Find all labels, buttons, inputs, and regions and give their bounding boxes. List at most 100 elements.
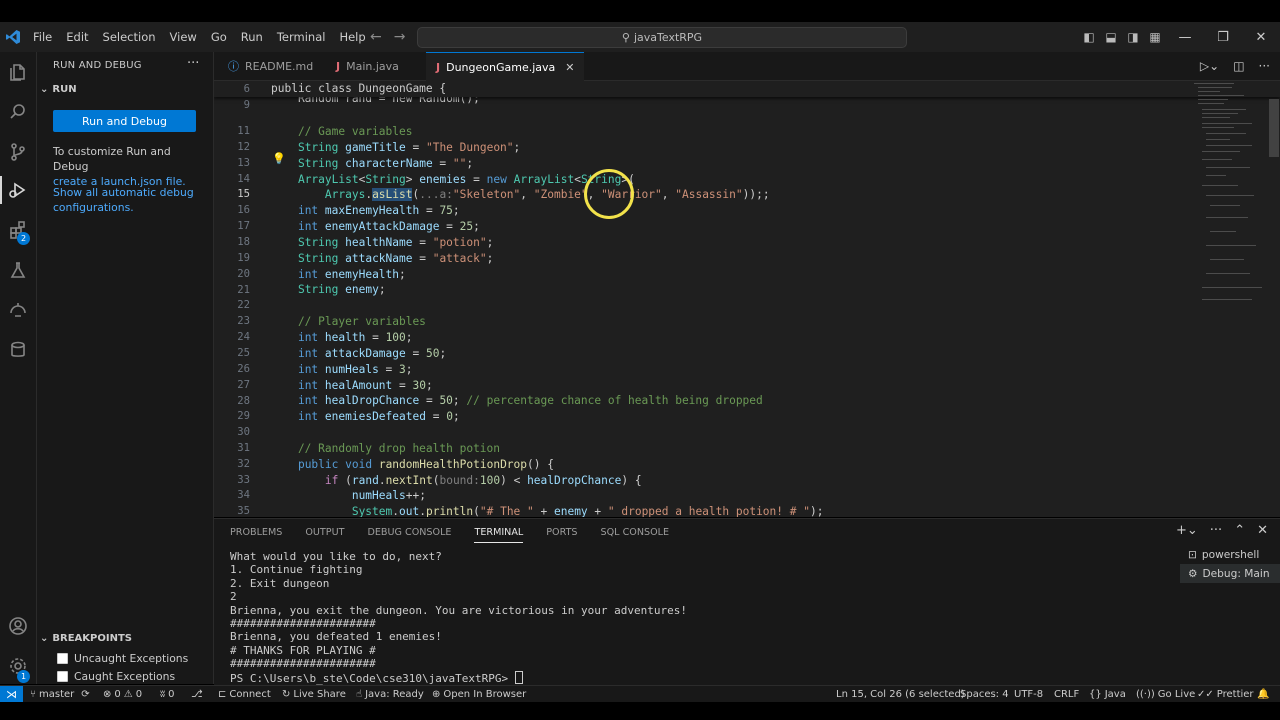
go-live-status[interactable]: ((·)) Go Live: [1136, 686, 1195, 703]
line-number: 24: [237, 331, 250, 343]
terminal-output[interactable]: What would you like to do, next? 1. Cont…: [230, 550, 687, 685]
encoding[interactable]: UTF-8: [1014, 686, 1043, 703]
editor-scrollbar[interactable]: [1269, 99, 1279, 157]
run-java-icon[interactable]: ▷⌄: [1200, 59, 1219, 73]
terminal-name: powershell: [1201, 548, 1260, 561]
ports-status[interactable]: ʬ 0: [160, 686, 175, 703]
search-view-icon[interactable]: [0, 94, 36, 130]
line-number: 28: [237, 395, 250, 407]
restore-icon[interactable]: ❐: [1204, 30, 1242, 45]
breakpoints-section-header[interactable]: ⌄ BREAKPOINTS: [40, 633, 132, 644]
go-live-label: Go Live: [1157, 689, 1196, 700]
notifications-bell-icon[interactable]: 🔔: [1257, 686, 1269, 703]
toggle-secondary-sidebar-icon[interactable]: ◨: [1122, 30, 1144, 44]
tab-debug-console[interactable]: DEBUG CONSOLE: [367, 527, 451, 543]
command-center-label: javaTextRPG: [633, 31, 703, 44]
remote-indicator-icon[interactable]: ⋊: [0, 686, 23, 703]
cursor-position[interactable]: Ln 15, Col 26 (6 selected): [836, 686, 965, 703]
line-number: 21: [237, 284, 250, 296]
settings-gear-icon[interactable]: 1: [0, 648, 36, 684]
close-window-icon[interactable]: ✕: [1242, 30, 1280, 45]
terminal-line: 2: [230, 590, 237, 604]
terminal-name: Debug: Main: [1202, 567, 1270, 580]
branch-name: master: [39, 689, 75, 700]
broadcast-icon: ((·)): [1136, 689, 1155, 700]
tab-ports[interactable]: PORTS: [546, 527, 577, 543]
breakpoint-label: Uncaught Exceptions: [74, 652, 189, 665]
minimap[interactable]: [1192, 81, 1272, 311]
code-content: // Game variables String gameTitle = "Th…: [271, 125, 824, 517]
terminal-line: # THANKS FOR PLAYING #: [230, 643, 376, 657]
java-status[interactable]: ☝ Java: Ready: [356, 686, 424, 703]
end-of-line[interactable]: CRLF: [1054, 686, 1079, 703]
tab-readme[interactable]: ⓘ README.md: [218, 52, 323, 80]
minimize-icon[interactable]: —: [1166, 30, 1204, 45]
menu-help[interactable]: Help: [332, 22, 372, 52]
checkbox[interactable]: [57, 671, 68, 682]
testing-icon[interactable]: [0, 252, 36, 288]
sticky-scroll[interactable]: 6 public class DungeonGame {: [214, 81, 1280, 97]
toggle-primary-sidebar-icon[interactable]: ◧: [1078, 30, 1100, 44]
toggle-panel-icon[interactable]: ⬓: [1100, 30, 1122, 44]
open-in-browser-status[interactable]: ⊕ Open In Browser: [432, 686, 526, 703]
connect-status[interactable]: ⊏ Connect: [218, 686, 271, 703]
menu-edit[interactable]: Edit: [59, 22, 95, 52]
tab-terminal[interactable]: TERMINAL: [474, 527, 524, 543]
double-check-icon: ✓✓: [1197, 689, 1214, 700]
extensions-badge: 2: [17, 232, 30, 245]
show-automatic-debug-link[interactable]: Show all automatic debug configurations.: [53, 185, 203, 215]
explorer-icon[interactable]: [0, 54, 36, 90]
menu-selection[interactable]: Selection: [96, 22, 163, 52]
remote-explorer-icon[interactable]: [0, 292, 36, 328]
indentation[interactable]: Spaces: 4: [960, 686, 1009, 703]
close-panel-icon[interactable]: ✕: [1257, 523, 1268, 538]
line-number: 34: [237, 489, 250, 501]
new-terminal-icon[interactable]: +⌄: [1176, 523, 1198, 538]
tab-sql-console[interactable]: SQL CONSOLE: [601, 527, 670, 543]
forward-arrow-icon[interactable]: →: [394, 29, 406, 45]
tab-problems[interactable]: PROBLEMS: [230, 527, 282, 543]
menu-run[interactable]: Run: [234, 22, 270, 52]
split-editor-icon[interactable]: ◫: [1233, 59, 1244, 73]
run-debug-icon[interactable]: [0, 172, 36, 208]
more-actions-icon[interactable]: ···: [187, 56, 199, 71]
code-editor[interactable]: 9 Random rand = new Random(); 6 public c…: [214, 81, 1280, 517]
debug-launch-icon[interactable]: ⎇: [191, 686, 203, 703]
run-section-header[interactable]: ⌄ RUN: [40, 84, 77, 95]
extensions-icon[interactable]: 2: [0, 212, 36, 248]
source-control-icon[interactable]: [0, 134, 36, 170]
prettier-status[interactable]: ✓✓ Prettier: [1197, 686, 1254, 703]
breakpoint-uncaught-exceptions[interactable]: Uncaught Exceptions: [57, 652, 188, 665]
checkbox[interactable]: [57, 653, 68, 664]
accounts-icon[interactable]: [0, 608, 36, 644]
run-and-debug-button[interactable]: Run and Debug: [53, 110, 196, 132]
line-number: 22: [237, 299, 250, 311]
menu-terminal[interactable]: Terminal: [270, 22, 333, 52]
git-branch[interactable]: ⑂ master ⟳: [30, 686, 90, 703]
line-number: 19: [237, 252, 250, 264]
tab-label: Main.java: [346, 59, 399, 73]
line-number: 18: [237, 236, 250, 248]
tab-main-java[interactable]: J Main.java: [326, 52, 409, 80]
back-arrow-icon[interactable]: ←: [370, 29, 382, 45]
menu-file[interactable]: File: [26, 22, 59, 52]
menu-go[interactable]: Go: [204, 22, 234, 52]
editor-tabs: ⓘ README.md J Main.java J DungeonGame.ja…: [214, 52, 1280, 81]
terminal-debug-main[interactable]: ⚙ Debug: Main: [1180, 564, 1280, 583]
terminal-powershell[interactable]: ⊡ powershell: [1180, 545, 1280, 564]
tab-output[interactable]: OUTPUT: [305, 527, 344, 543]
warning-count: 0: [135, 689, 143, 700]
database-icon[interactable]: [0, 332, 36, 368]
command-center[interactable]: ⚲ javaTextRPG: [417, 27, 907, 48]
tab-dungeongame-java[interactable]: J DungeonGame.java ✕: [426, 52, 585, 81]
maximize-panel-icon[interactable]: ⌃: [1234, 523, 1245, 538]
close-tab-icon[interactable]: ✕: [565, 61, 574, 74]
more-actions-icon[interactable]: ···: [1210, 523, 1222, 538]
more-actions-icon[interactable]: ···: [1259, 59, 1270, 73]
customize-layout-icon[interactable]: ▦: [1144, 30, 1166, 44]
problems-status[interactable]: ⊗ 0 ⚠ 0: [103, 686, 142, 703]
live-share-status[interactable]: ↻ Live Share: [282, 686, 346, 703]
menu-view[interactable]: View: [163, 22, 204, 52]
language-mode[interactable]: {} Java: [1089, 686, 1126, 703]
breakpoint-caught-exceptions[interactable]: Caught Exceptions: [57, 670, 175, 683]
